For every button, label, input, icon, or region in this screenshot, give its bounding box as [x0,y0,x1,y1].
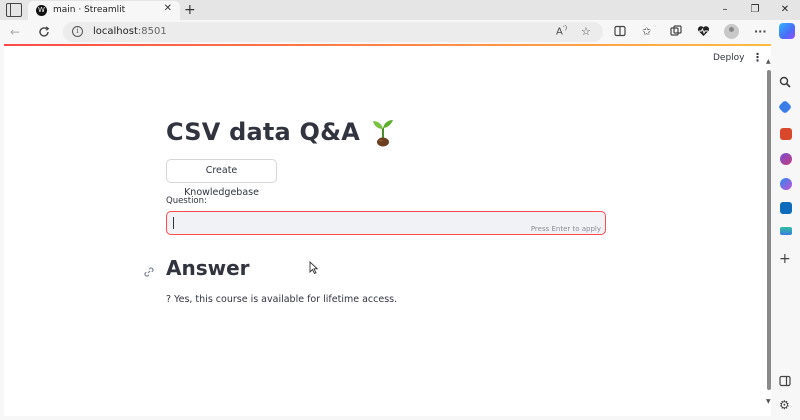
microsoft-365-icon[interactable] [780,178,792,190]
close-tab-icon[interactable]: ✕ [164,3,172,14]
streamlit-favicon-icon: W [36,5,47,16]
deploy-button[interactable]: Deploy [713,53,745,63]
add-icon[interactable]: + [779,252,791,266]
more-icon[interactable]: ··· [754,25,767,39]
search-icon[interactable] [779,76,791,90]
copilot-icon[interactable] [779,23,795,39]
create-knowledgebase-button[interactable]: Create Knowledgebase [166,159,277,198]
shopping-tag-icon[interactable] [777,99,793,115]
designer-icon[interactable] [780,227,792,235]
back-arrow-icon[interactable]: ← [10,24,20,40]
url-host: localhost [93,26,138,37]
mouse-cursor-icon [309,259,319,278]
question-input[interactable]: Press Enter to apply [166,211,606,235]
games-icon[interactable] [780,153,792,165]
sprout-icon [368,117,398,147]
url-text[interactable]: localhost:8501 [93,26,167,37]
favorites-icon[interactable]: ✩ [642,25,651,39]
edge-sidebar: + ⚙ [771,44,800,420]
outlook-icon[interactable] [780,202,792,214]
browser-toolbar: ← i localhost:8501 Aʼ) ☆ ✩ ··· [0,20,800,44]
input-instructions: Press Enter to apply [530,225,601,233]
anchor-link-icon[interactable] [143,263,155,282]
new-tab-icon[interactable]: + [184,1,196,19]
sidebar-toggle-icon[interactable] [779,375,791,389]
profile-avatar-icon[interactable] [724,24,739,39]
tab-actions-icon[interactable] [6,3,22,17]
collections-icon[interactable] [670,25,682,41]
window-controls: – ❐ ✕ [710,0,800,20]
address-bar[interactable]: i localhost:8501 Aʼ) ☆ [63,22,603,42]
browser-tab[interactable]: W main · Streamlit ✕ [28,1,180,20]
refresh-icon[interactable] [38,24,50,42]
star-icon[interactable]: ☆ [581,25,591,38]
tab-title: main · Streamlit [53,5,126,15]
scroll-up-arrow-icon[interactable]: ▲ [766,58,771,65]
browser-window: W main · Streamlit ✕ + – ❐ ✕ ← i localho… [0,0,800,420]
answer-heading: Answer [166,256,250,280]
heart-pulse-icon[interactable] [697,25,710,41]
answer-text: ? Yes, this course is available for life… [166,294,398,305]
split-screen-icon[interactable] [614,25,626,41]
info-icon[interactable]: i [72,26,83,37]
main-menu-icon[interactable]: ⋮ [752,51,763,64]
scroll-down-arrow-icon[interactable]: ▼ [766,398,771,405]
toolbox-icon[interactable] [780,128,792,140]
minimize-button[interactable]: – [710,0,740,20]
maximize-button[interactable]: ❐ [740,0,770,20]
close-window-button[interactable]: ✕ [770,0,800,20]
page-title-row: CSV data Q&A [166,117,398,147]
read-aloud-icon[interactable]: Aʼ) [556,25,567,37]
url-port: :8501 [137,26,167,37]
tab-strip: W main · Streamlit ✕ + – ❐ ✕ [0,0,800,20]
text-caret [173,217,174,229]
question-label: Question: [166,196,207,206]
streamlit-app: Deploy ⋮ ▲ ▼ CSV data Q&A Create Knowled… [4,46,771,416]
page-title: CSV data Q&A [166,118,360,146]
settings-icon[interactable]: ⚙ [779,399,790,411]
